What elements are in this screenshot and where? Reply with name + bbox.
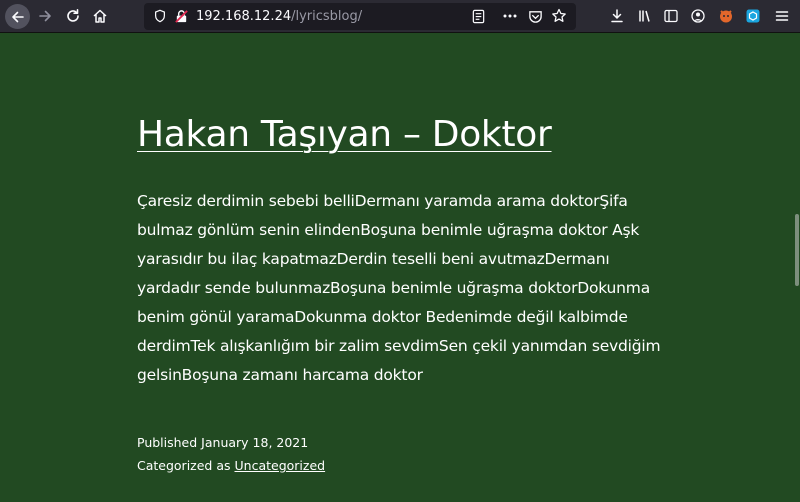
forward-button[interactable] [33,4,57,28]
pocket-icon[interactable] [527,8,543,24]
post-title-link[interactable]: Hakan Taşıyan – Doktor [137,112,552,158]
home-icon [93,9,107,23]
bookmark-star-icon[interactable] [551,8,567,24]
published-date-link[interactable]: January 18, 2021 [201,435,308,450]
home-button[interactable] [88,4,112,28]
post-category-meta: Categorized as Uncategorized [137,458,325,473]
account-icon[interactable] [690,8,706,24]
reload-button[interactable] [61,4,85,28]
url-path: /lyricsblog/ [291,9,363,24]
url-bar[interactable]: 192.168.12.24/lyricsblog/ [144,3,576,30]
url-host: 192.168.12.24 [196,9,292,24]
page-scrollbar-track[interactable] [794,34,800,502]
page-scrollbar-thumb[interactable] [795,214,799,286]
arrow-left-icon [11,11,24,22]
app-menu-icon[interactable] [774,8,790,24]
sidebar-icon[interactable] [663,8,679,24]
insecure-lock-icon[interactable] [173,8,189,24]
reader-view-icon[interactable] [470,8,486,24]
shield-icon[interactable] [152,8,168,24]
library-icon[interactable] [637,8,653,24]
downloads-icon[interactable] [609,8,625,24]
category-label: Categorized as [137,458,231,473]
browser-toolbar: 192.168.12.24/lyricsblog/ [0,0,800,33]
post-body-text: Çaresiz derdimin sebebi belliDermanı yar… [137,192,661,384]
foxyproxy-extension-icon[interactable] [718,8,734,24]
reload-icon [67,9,79,22]
url-text[interactable]: 192.168.12.24/lyricsblog/ [196,8,362,25]
category-link[interactable]: Uncategorized [235,458,326,473]
more-actions-icon[interactable] [502,8,518,24]
extension-cube-icon[interactable] [745,8,761,24]
back-button[interactable] [5,4,30,29]
post-published-meta: Published January 18, 2021 [137,435,308,450]
published-label: Published [137,435,198,450]
arrow-right-icon [39,10,51,22]
